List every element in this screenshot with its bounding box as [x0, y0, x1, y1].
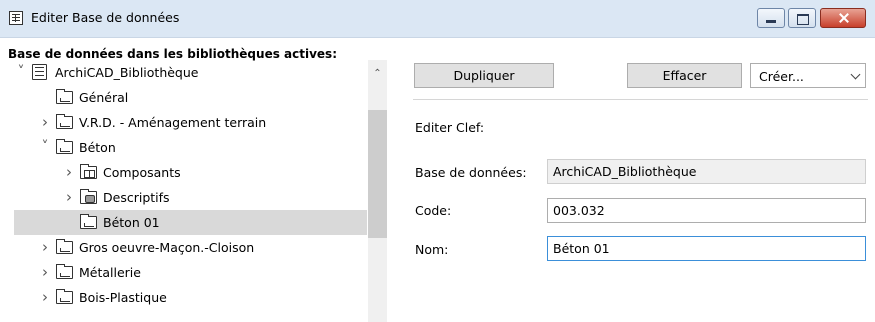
folder-icon [56, 239, 73, 254]
maximize-button[interactable] [788, 8, 816, 28]
title-bar: Editer Base de données [0, 0, 875, 38]
tree-item-label: V.R.D. - Aménagement terrain [79, 115, 267, 130]
tree-item-label: ArchiCAD_Bibliothèque [55, 65, 199, 80]
database-field [547, 159, 866, 184]
components-icon [80, 164, 97, 179]
chevron-right-icon[interactable]: › [38, 290, 52, 305]
delete-button[interactable]: Effacer [627, 63, 742, 88]
chevron-down-icon[interactable]: ˅ [14, 65, 28, 79]
tree-item-label: Béton [79, 140, 116, 155]
folder-icon [80, 214, 97, 229]
chevron-down-icon [850, 69, 861, 80]
database-tree[interactable]: ˅ ArchiCAD_Bibliothèque Général › V.R.D. - A… [14, 60, 367, 322]
folder-icon [56, 289, 73, 304]
tree-item-label: Descriptifs [103, 190, 170, 205]
tree-item[interactable]: › V.R.D. - Aménagement terrain [14, 110, 367, 135]
create-select[interactable]: Créer... [750, 63, 866, 88]
tree-item[interactable]: › Bois-Plastique [14, 285, 367, 310]
tree-item-label: Béton 01 [103, 215, 160, 230]
editor-panel: Dupliquer Effacer Créer... Editer Clef: … [387, 38, 875, 322]
folder-icon [56, 89, 73, 104]
chevron-right-icon[interactable]: › [38, 265, 52, 280]
tree-item[interactable]: › Métallerie [14, 260, 367, 285]
tree-item-label: Bois-Plastique [79, 290, 167, 305]
tree-item[interactable]: Général [14, 85, 367, 110]
tree-item[interactable]: › Composants [14, 160, 367, 185]
folder-icon [56, 139, 73, 154]
tree-item-label: Composants [103, 165, 181, 180]
name-label: Nom: [415, 242, 449, 257]
chevron-right-icon[interactable]: › [38, 115, 52, 130]
tree-item-label: Général [79, 90, 129, 105]
tree-item[interactable]: › Gros oeuvre-Maçon.-Cloison [14, 235, 367, 260]
window-title: Editer Base de données [31, 10, 180, 25]
minimize-button[interactable] [757, 8, 785, 28]
tree-item[interactable]: ˅ Béton [14, 135, 367, 160]
chevron-right-icon[interactable]: › [38, 240, 52, 255]
tree-item[interactable]: › Descriptifs [14, 185, 367, 210]
tree-item-label: Gros oeuvre-Maçon.-Cloison [79, 240, 255, 255]
close-button[interactable] [820, 8, 866, 28]
database-label: Base de données: [415, 165, 527, 180]
code-field[interactable] [547, 198, 866, 223]
chevron-down-icon[interactable]: ˅ [38, 140, 52, 154]
divider [413, 99, 868, 100]
database-icon [32, 64, 47, 80]
tree-item[interactable]: ˅ ArchiCAD_Bibliothèque [14, 60, 367, 85]
tree-scrollbar[interactable]: ⌃ [368, 60, 387, 322]
folder-icon [56, 264, 73, 279]
chevron-right-icon[interactable]: › [62, 165, 76, 180]
database-icon [9, 11, 23, 25]
duplicate-button[interactable]: Dupliquer [414, 63, 554, 88]
scroll-up-icon[interactable]: ⌃ [368, 67, 387, 81]
scrollbar-thumb[interactable] [368, 110, 387, 238]
section-title: Editer Clef: [415, 120, 485, 135]
code-label: Code: [415, 203, 452, 218]
chevron-right-icon[interactable]: › [62, 190, 76, 205]
tree-item[interactable]: Béton 01 [14, 210, 367, 235]
folder-icon [56, 114, 73, 129]
name-field[interactable] [547, 236, 866, 261]
create-select-value: Créer... [759, 69, 804, 84]
tree-heading: Base de données dans les bibliothèques a… [8, 47, 337, 61]
tree-item-label: Métallerie [79, 265, 141, 280]
descriptives-icon [80, 189, 97, 204]
